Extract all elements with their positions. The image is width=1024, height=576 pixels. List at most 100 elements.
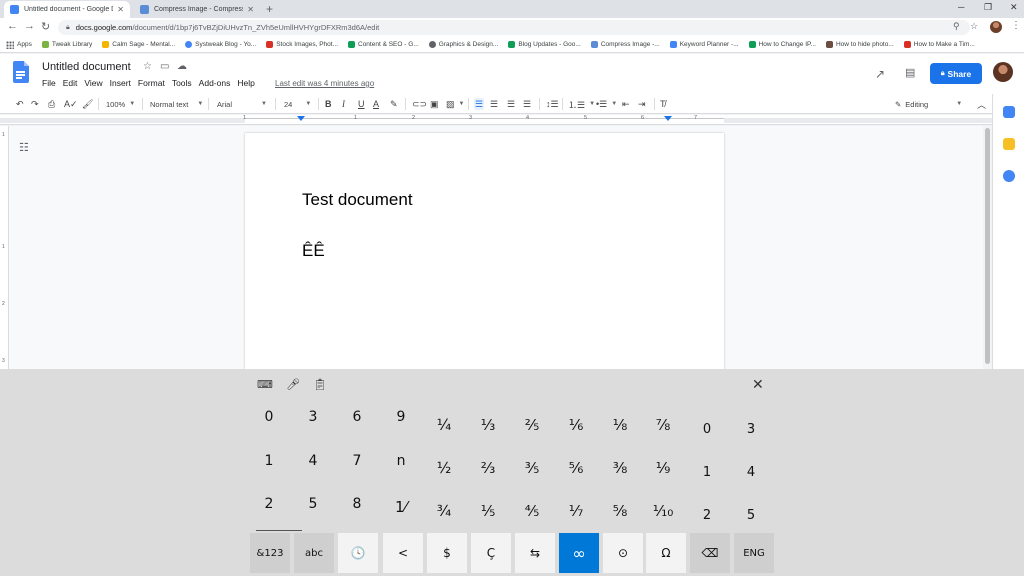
- new-tab-button[interactable]: +: [266, 2, 273, 16]
- zoom-icon[interactable]: ⚲: [953, 21, 960, 32]
- more-icon[interactable]: ⋮: [1011, 20, 1021, 31]
- insert-image-icon[interactable]: ▨ ▼: [446, 98, 464, 110]
- font-select[interactable]: Arial ▼: [217, 98, 267, 110]
- fraction-key[interactable]: ⅔: [468, 459, 508, 477]
- key[interactable]: 1: [249, 453, 289, 469]
- editing-mode-select[interactable]: ✎ Editing ▼: [895, 98, 962, 110]
- clear-formatting-icon[interactable]: T̸: [660, 98, 666, 110]
- increase-indent-icon[interactable]: ⇥: [638, 98, 646, 110]
- comments-icon[interactable]: ▤: [905, 66, 915, 79]
- decrease-indent-icon[interactable]: ⇤: [622, 98, 630, 110]
- keep-icon[interactable]: [1003, 138, 1015, 150]
- key[interactable]: 2: [687, 508, 727, 523]
- address-bar[interactable]: 🔒︎ docs.google.com/document/d/1bp7j6TvBZ…: [58, 20, 970, 35]
- key[interactable]: 7: [337, 453, 377, 469]
- bookmark-item[interactable]: How to Change IP...: [748, 41, 816, 48]
- key[interactable]: 3: [731, 422, 771, 437]
- account-avatar[interactable]: [993, 62, 1013, 82]
- move-folder-icon[interactable]: ▭: [160, 61, 169, 72]
- fraction-key[interactable]: ⅒: [643, 502, 683, 520]
- style-select[interactable]: Normal text ▼: [150, 98, 203, 110]
- menu-file[interactable]: File: [42, 78, 56, 88]
- backspace-icon[interactable]: ⌫: [690, 533, 730, 573]
- menu-edit[interactable]: Edit: [63, 78, 78, 88]
- align-center-icon[interactable]: ☰: [490, 98, 498, 110]
- fraction-key[interactable]: ⅝: [600, 502, 640, 520]
- key[interactable]: 3: [293, 409, 333, 425]
- tasks-icon[interactable]: [1003, 170, 1015, 182]
- document-title[interactable]: Untitled document: [42, 61, 131, 73]
- menu-view[interactable]: View: [84, 78, 102, 88]
- menu-help[interactable]: Help: [237, 78, 254, 88]
- clipboard-icon[interactable]: 📋︎: [313, 378, 327, 391]
- infinity-key[interactable]: ∞: [559, 533, 599, 573]
- underline-icon[interactable]: U: [358, 98, 365, 110]
- menu-add-ons[interactable]: Add-ons: [199, 78, 231, 88]
- italic-icon[interactable]: I: [342, 98, 345, 110]
- docs-logo-icon[interactable]: [13, 61, 29, 83]
- key[interactable]: 8: [337, 496, 377, 512]
- bookmark-item[interactable]: How to hide photo...: [825, 41, 894, 48]
- share-button[interactable]: 🔒︎ Share: [930, 63, 982, 84]
- language-key[interactable]: ENG: [734, 533, 774, 573]
- text-color-icon[interactable]: A: [373, 98, 379, 110]
- bookmark-item[interactable]: Systweak Blog - Yo...: [185, 41, 256, 48]
- bookmark-apps[interactable]: Apps: [6, 40, 32, 49]
- tab-compress-image[interactable]: Compress Image - Compressnow ✕: [134, 1, 260, 18]
- bookmark-item[interactable]: Content & SEO - G...: [348, 41, 419, 48]
- paint-format-icon[interactable]: 🖌︎: [82, 98, 93, 110]
- bookmark-item[interactable]: How to Make a Tim...: [903, 41, 975, 48]
- add-comment-icon[interactable]: ▣: [430, 98, 439, 110]
- bookmark-item[interactable]: Blog Updates - Goo...: [508, 41, 581, 48]
- profile-avatar[interactable]: [990, 21, 1002, 33]
- key[interactable]: n: [381, 453, 421, 469]
- fraction-key[interactable]: ¾: [424, 502, 464, 520]
- print-icon[interactable]: ⎙: [48, 98, 55, 110]
- fraction-key[interactable]: ⅖: [512, 416, 552, 434]
- undo-icon[interactable]: ↶: [16, 98, 24, 110]
- document-text-line[interactable]: ÊÊ: [302, 241, 325, 261]
- key[interactable]: 4: [293, 453, 333, 469]
- less-than-key[interactable]: <: [383, 533, 423, 573]
- last-edit-link[interactable]: Last edit was 4 minutes ago: [275, 79, 374, 88]
- document-heading[interactable]: Test document: [302, 190, 413, 210]
- menu-tools[interactable]: Tools: [172, 78, 192, 88]
- fraction-key[interactable]: ⅕: [468, 502, 508, 520]
- document-page[interactable]: Test document ÊÊ: [245, 133, 724, 373]
- tab-google-docs[interactable]: Untitled document - Google Do ✕: [4, 1, 130, 18]
- restore-icon[interactable]: ❐: [984, 2, 992, 13]
- bookmark-item[interactable]: Stock Images, Phot...: [266, 41, 338, 48]
- symbols-toggle-key[interactable]: &123: [250, 533, 290, 573]
- activity-trend-icon[interactable]: ↗: [875, 67, 885, 81]
- fraction-key[interactable]: ⅗: [512, 459, 552, 477]
- circled-dot-key[interactable]: ⊙: [603, 533, 643, 573]
- fraction-key[interactable]: ⅞: [643, 416, 683, 434]
- fraction-key[interactable]: ⅚: [556, 459, 596, 477]
- reload-icon[interactable]: ↻: [41, 20, 50, 33]
- menu-format[interactable]: Format: [138, 78, 165, 88]
- line-spacing-icon[interactable]: ↕☰: [546, 98, 559, 110]
- fraction-key[interactable]: ⅜: [600, 459, 640, 477]
- bookmark-star-icon[interactable]: ☆: [970, 21, 978, 32]
- keyboard-settings-icon[interactable]: ⌨: [257, 378, 273, 391]
- zoom-select[interactable]: 100% ▼: [106, 98, 135, 110]
- bookmark-item[interactable]: Keyword Planner -...: [669, 41, 739, 48]
- bold-icon[interactable]: B: [325, 98, 332, 110]
- c-cedilla-key[interactable]: Ç: [471, 533, 511, 573]
- close-icon[interactable]: ✕: [247, 5, 254, 14]
- fraction-key[interactable]: ⅛: [600, 416, 640, 434]
- dollar-key[interactable]: $: [427, 533, 467, 573]
- fraction-key[interactable]: ¼: [424, 416, 464, 434]
- fraction-key[interactable]: ⅐: [556, 502, 596, 520]
- omega-key[interactable]: Ω: [646, 533, 686, 573]
- key[interactable]: 1: [687, 465, 727, 480]
- keyboard-close-icon[interactable]: ✕: [752, 376, 764, 393]
- bookmark-item[interactable]: Compress Image -...: [590, 41, 660, 48]
- key[interactable]: 2: [249, 496, 289, 512]
- numbered-list-icon[interactable]: ⒈☰ ▼: [568, 98, 595, 110]
- link-icon[interactable]: ⊂⊃: [412, 98, 427, 110]
- key[interactable]: 9: [381, 409, 421, 425]
- close-icon[interactable]: ✕: [117, 5, 124, 14]
- window-close-icon[interactable]: ✕: [1010, 2, 1018, 13]
- fraction-key[interactable]: ⅘: [512, 502, 552, 520]
